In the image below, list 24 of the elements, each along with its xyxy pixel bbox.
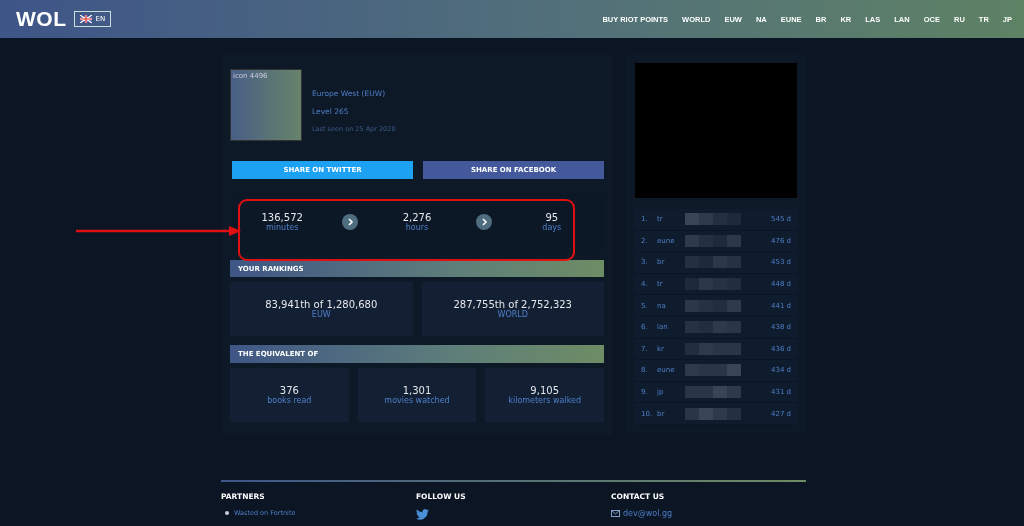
stat-value: 136,572 [261, 212, 303, 224]
stat-unit: days [542, 223, 562, 233]
equivalent-label: kilometers walked [508, 396, 582, 405]
chevron-icon [341, 214, 358, 231]
ranking-label: EUW [311, 310, 331, 320]
twitter-bird-icon[interactable] [416, 509, 429, 520]
stat-unit: hours [405, 223, 429, 233]
envelope-icon [611, 510, 620, 517]
ranking-label: WORLD [497, 310, 528, 320]
ranking-value: 83,941th of 1,280,680 [265, 299, 378, 311]
stat-value: 2,276 [402, 212, 432, 224]
stat-value: 95 [545, 212, 559, 224]
chevron-icon [476, 214, 493, 231]
equivalent-label: movies watched [384, 396, 450, 405]
stat-unit: minutes [266, 223, 299, 233]
equivalent-value: 376 [279, 385, 299, 396]
equivalent-value: 9,105 [530, 385, 559, 396]
equivalent-label: books read [267, 396, 312, 405]
flag-icon [80, 15, 93, 23]
bullet-icon [225, 511, 229, 515]
ranking-value: 287,755th of 2,752,323 [453, 299, 572, 311]
email-link[interactable]: dev@wol.gg [623, 509, 673, 518]
equivalent-value: 1,301 [402, 385, 432, 396]
logo[interactable]: WOL [16, 7, 67, 31]
